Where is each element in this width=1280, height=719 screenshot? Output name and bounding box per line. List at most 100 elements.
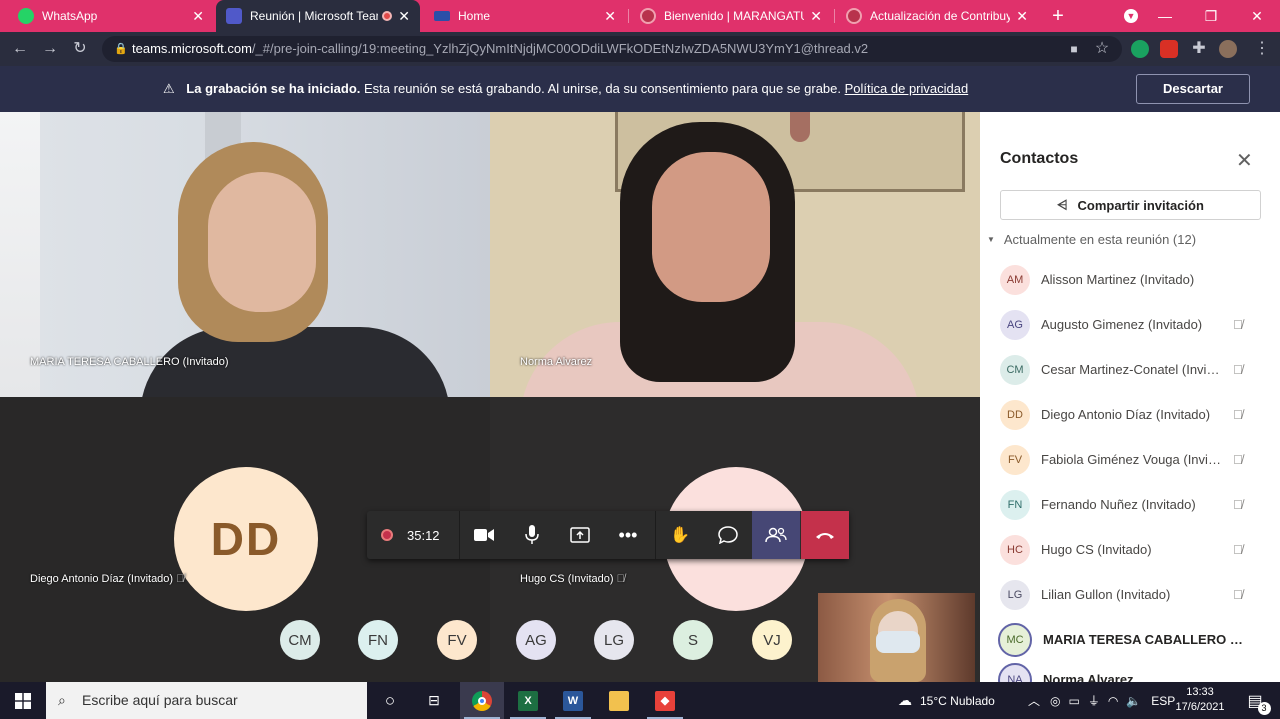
participants-button[interactable] bbox=[752, 511, 800, 559]
participant-name: Diego Antonio Díaz (Invitado) 🎙̸ bbox=[30, 573, 184, 585]
video-tile-maria[interactable]: MARIA TERESA CABALLERO (Invitado) bbox=[0, 112, 490, 397]
participant-row[interactable]: LG Lilian Gullon (Invitado) 🎙̸ bbox=[1000, 572, 1270, 617]
excel-icon: X bbox=[518, 690, 538, 711]
panel-title: Contactos bbox=[1000, 150, 1079, 167]
anydesk-taskbar-button[interactable]: ◆ bbox=[643, 682, 687, 719]
meeting-stage: MARIA TERESA CABALLERO (Invitado) Norma … bbox=[0, 112, 980, 682]
tab-teams[interactable]: Reunión | Microsoft Teams ✕ bbox=[216, 0, 420, 32]
tab-title: Bienvenido | MARANGATU bbox=[664, 9, 805, 23]
avatar: NA bbox=[998, 662, 1032, 682]
pdf-extension-icon[interactable] bbox=[1160, 40, 1178, 58]
chevron-up-icon: ︿ bbox=[1028, 694, 1041, 708]
hang-up-button[interactable] bbox=[801, 511, 849, 559]
mic-off-icon: 🎙̸ bbox=[176, 573, 185, 585]
close-icon[interactable]: ✕ bbox=[810, 8, 822, 25]
meeting-control-bar: 35:12 ••• ✋ bbox=[367, 511, 849, 559]
participant-avatar[interactable]: CM bbox=[280, 620, 320, 660]
bookmark-star-icon[interactable]: ☆ bbox=[1090, 38, 1114, 60]
mic-off-icon: 🎙̸ bbox=[616, 573, 625, 585]
participant-avatar[interactable]: VJ bbox=[752, 620, 792, 660]
video-camera-icon bbox=[474, 529, 494, 541]
url-path: /_#/pre-join-calling/19:meeting_YzlhZjQy… bbox=[251, 41, 869, 56]
participant-row[interactable]: AG Augusto Gimenez (Invitado) 🎙̸ bbox=[1000, 302, 1270, 347]
close-icon[interactable]: ✕ bbox=[604, 8, 616, 25]
avatar: FV bbox=[1000, 444, 1030, 475]
profile-avatar[interactable] bbox=[1219, 40, 1237, 58]
volume-icon: 🔈 bbox=[1126, 693, 1142, 708]
self-view-video[interactable] bbox=[818, 593, 975, 682]
tab-marangatu[interactable]: Bienvenido | MARANGATU ✕ bbox=[630, 0, 832, 32]
windows-taskbar: ⌕ Escribe aquí para buscar ○ ⊟ X W ◆ ☁ 1… bbox=[0, 682, 1280, 719]
reload-button[interactable]: ↻ bbox=[68, 38, 92, 60]
share-icon: ⩤ bbox=[1057, 197, 1068, 212]
forward-button[interactable]: → bbox=[38, 38, 62, 60]
url-domain: teams.microsoft.com bbox=[132, 41, 252, 56]
address-bar[interactable]: 🔒 teams.microsoft.com/_#/pre-join-callin… bbox=[102, 36, 1122, 62]
raise-hand-button[interactable]: ✋ bbox=[656, 511, 704, 559]
chat-button[interactable] bbox=[704, 511, 752, 559]
tab-actualizacion[interactable]: Actualización de Contribuyente ✕ bbox=[836, 0, 1038, 32]
back-button[interactable]: ← bbox=[8, 38, 32, 60]
extensions-puzzle-icon[interactable]: ✚ bbox=[1187, 38, 1211, 60]
participant-avatar[interactable]: AG bbox=[516, 620, 556, 660]
video-tile-norma[interactable]: Norma Alvarez bbox=[490, 112, 980, 397]
task-view-icon[interactable]: ⊟ bbox=[412, 682, 456, 719]
participant-row[interactable]: CM Cesar Martinez-Conatel (Invitado) 🎙̸ bbox=[1000, 347, 1270, 392]
participant-row[interactable]: NA Norma Alvarez bbox=[998, 657, 1270, 682]
participant-name: Cesar Martinez-Conatel (Invitado) bbox=[1041, 362, 1221, 377]
windows-logo-icon bbox=[15, 692, 31, 709]
taskbar-clock[interactable]: 13:33 17/6/2021 bbox=[1170, 685, 1230, 715]
mic-toggle-button[interactable] bbox=[508, 511, 556, 559]
new-tab-button[interactable]: + bbox=[1042, 0, 1074, 32]
excel-taskbar-button[interactable]: X bbox=[506, 682, 550, 719]
participant-avatar[interactable]: S bbox=[673, 620, 713, 660]
participant-row[interactable]: HC Hugo CS (Invitado) 🎙̸ bbox=[1000, 527, 1270, 572]
privacy-link[interactable]: Política de privacidad bbox=[845, 81, 969, 96]
weather-widget[interactable]: ☁ 15°C Nublado bbox=[898, 682, 995, 719]
participant-row[interactable]: FV Fabiola Giménez Vouga (Invitado) 🎙̸ bbox=[1000, 437, 1270, 482]
taskbar-search-box[interactable]: ⌕ Escribe aquí para buscar bbox=[46, 682, 367, 719]
ellipsis-icon: ••• bbox=[618, 524, 638, 545]
close-window-button[interactable]: ✕ bbox=[1234, 0, 1280, 32]
chevron-down-icon: ▼ bbox=[987, 235, 995, 244]
close-icon[interactable]: ✕ bbox=[192, 8, 204, 25]
participant-row[interactable]: FN Fernando Nuñez (Invitado) 🎙̸ bbox=[1000, 482, 1270, 527]
search-placeholder: Escribe aquí para buscar bbox=[82, 692, 238, 708]
tab-home[interactable]: Home ✕ bbox=[424, 0, 626, 32]
folder-icon bbox=[609, 690, 629, 711]
participant-avatar[interactable]: FN bbox=[358, 620, 398, 660]
cortana-icon[interactable]: ○ bbox=[368, 682, 412, 719]
chrome-taskbar-button[interactable] bbox=[460, 682, 504, 719]
system-tray-icons[interactable]: ︿ ◎ ▭ ⏚ ◠ 🔈 ESP bbox=[1028, 682, 1175, 719]
close-panel-icon[interactable]: ✕ bbox=[1236, 148, 1253, 173]
camera-icon[interactable]: ■ bbox=[1062, 38, 1086, 60]
extension-shield-icon[interactable] bbox=[1131, 40, 1149, 58]
tab-divider bbox=[834, 9, 835, 23]
tab-title: WhatsApp bbox=[42, 9, 98, 23]
minimize-button[interactable]: — bbox=[1142, 0, 1188, 32]
word-taskbar-button[interactable]: W bbox=[551, 682, 595, 719]
participant-row[interactable]: MC MARIA TERESA CABALLERO (Invitado) bbox=[998, 617, 1270, 662]
participant-name: Norma Alvarez bbox=[1043, 672, 1134, 682]
notifications-button[interactable]: ▤ 3 bbox=[1240, 682, 1271, 719]
participant-row[interactable]: DD Diego Antonio Díaz (Invitado) 🎙̸ bbox=[1000, 392, 1270, 437]
participant-avatar[interactable]: FV bbox=[437, 620, 477, 660]
tab-whatsapp[interactable]: WhatsApp ✕ bbox=[8, 0, 214, 32]
avatar: HC bbox=[1000, 534, 1030, 565]
share-screen-button[interactable] bbox=[556, 511, 604, 559]
file-explorer-button[interactable] bbox=[597, 682, 641, 719]
start-button[interactable] bbox=[0, 682, 46, 719]
more-actions-button[interactable]: ••• bbox=[604, 511, 652, 559]
banner-text: Esta reunión se está grabando. Al unirse… bbox=[364, 81, 841, 96]
menu-kebab-icon[interactable]: ⋮ bbox=[1250, 38, 1274, 60]
close-icon[interactable]: ✕ bbox=[1016, 8, 1028, 25]
dismiss-button[interactable]: Descartar bbox=[1136, 74, 1250, 104]
share-invite-button[interactable]: ⩤ Compartir invitación bbox=[1000, 190, 1261, 220]
maximize-button[interactable]: ❐ bbox=[1188, 0, 1234, 32]
window-light bbox=[0, 112, 40, 397]
camera-toggle-button[interactable] bbox=[460, 511, 508, 559]
section-header[interactable]: ▼ Actualmente en esta reunión (12) bbox=[987, 232, 1196, 247]
participant-row[interactable]: AM Alisson Martinez (Invitado) bbox=[1000, 257, 1270, 302]
participant-avatar[interactable]: LG bbox=[594, 620, 634, 660]
close-icon[interactable]: ✕ bbox=[398, 8, 410, 25]
